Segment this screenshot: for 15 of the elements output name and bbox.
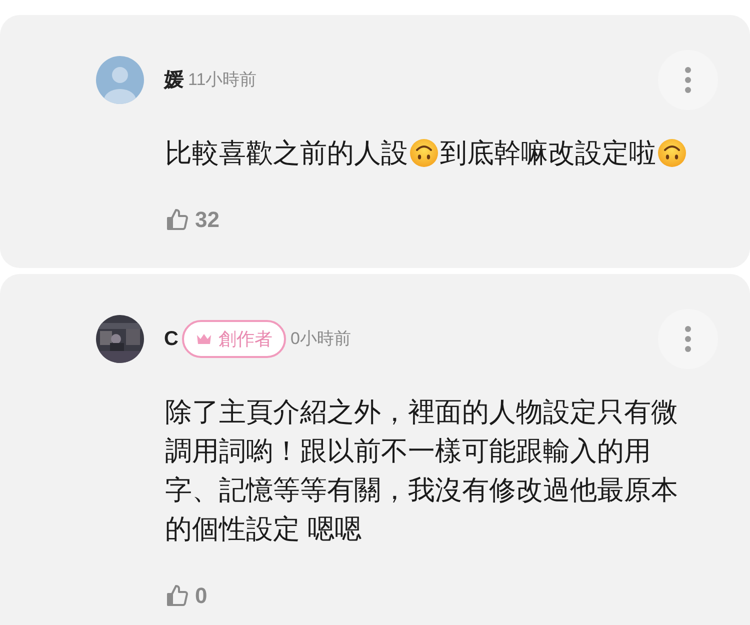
comment-text: 除了主頁介紹之外，裡面的人物設定只有微調用詞喲！跟以前不一樣可能跟輸入的用字、記憶等等有關，我沒有修改過他最原本的個性設定 嗯嗯 <box>165 396 679 546</box>
creator-badge: 創作者 <box>182 320 286 358</box>
timestamp: 0小時前 <box>290 328 351 350</box>
more-options-icon <box>685 326 691 352</box>
upside-down-face-icon <box>657 138 687 168</box>
author-name[interactable]: C <box>164 324 178 354</box>
timestamp: 11小時前 <box>188 69 257 92</box>
thumbs-up-icon <box>165 208 189 232</box>
author-name[interactable]: 媛 <box>164 65 184 95</box>
avatar <box>96 56 144 104</box>
thumbs-up-icon <box>165 584 189 608</box>
upside-down-face-icon <box>409 138 439 168</box>
comment-text: 比較喜歡之前的人設 到底幹嘛改設定啦 <box>165 134 695 173</box>
crown-icon <box>196 333 212 345</box>
more-options-icon <box>685 67 691 93</box>
